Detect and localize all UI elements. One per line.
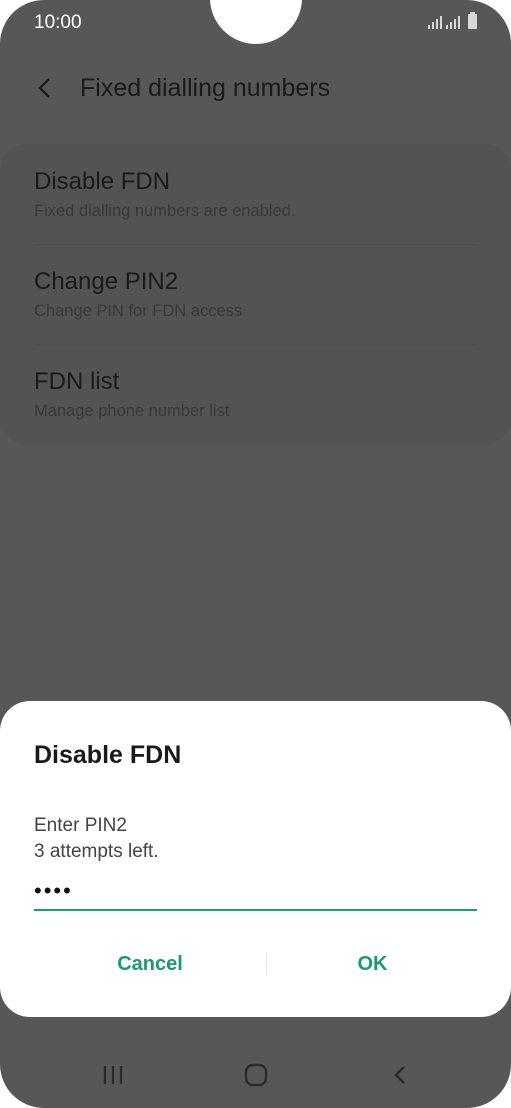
settings-card: Disable FDN Fixed dialling numbers are e… — [0, 144, 511, 444]
status-icons — [428, 12, 477, 29]
app-header: Fixed dialling numbers — [0, 60, 511, 116]
signal-icon-2 — [446, 15, 460, 29]
recent-apps-icon — [103, 1066, 123, 1084]
page-title: Fixed dialling numbers — [80, 74, 331, 102]
setting-item-change-pin2[interactable]: Change PIN2 Change PIN for FDN access — [34, 268, 474, 321]
setting-item-fdn-list[interactable]: FDN list Manage phone number list — [34, 368, 474, 421]
pin2-input[interactable] — [34, 873, 477, 911]
setting-item-subtitle: Manage phone number list — [34, 402, 230, 420]
home-icon — [244, 1063, 268, 1087]
setting-item-subtitle: Change PIN for FDN access — [34, 302, 243, 320]
nav-back-button[interactable] — [380, 1057, 420, 1093]
chevron-left-icon — [394, 1066, 405, 1084]
button-divider — [266, 953, 267, 975]
recent-apps-button[interactable] — [93, 1057, 133, 1093]
navigation-bar — [0, 1045, 511, 1105]
setting-item-title: Disable FDN — [34, 168, 171, 195]
battery-icon — [468, 12, 477, 29]
divider — [34, 244, 478, 245]
setting-item-title: Change PIN2 — [34, 268, 179, 295]
chevron-left-icon — [38, 78, 50, 98]
setting-item-disable-fdn[interactable]: Disable FDN Fixed dialling numbers are e… — [34, 168, 474, 221]
divider — [34, 344, 478, 345]
dialog-title: Disable FDN — [34, 741, 182, 769]
dialog-message-prompt: Enter PIN2 — [34, 815, 127, 836]
camera-notch — [210, 0, 302, 44]
cancel-button[interactable]: Cancel — [34, 944, 266, 984]
setting-item-title: FDN list — [34, 368, 120, 395]
status-time: 10:00 — [34, 12, 82, 33]
disable-fdn-dialog: Disable FDN Enter PIN2 3 attempts left. … — [0, 701, 511, 1017]
back-button[interactable] — [24, 70, 64, 106]
setting-item-subtitle: Fixed dialling numbers are enabled. — [34, 202, 296, 220]
dialog-message: Enter PIN2 3 attempts left. — [34, 813, 159, 865]
phone-screen: 10:00 Fixed dialling numbers Disable FDN… — [0, 0, 511, 1108]
signal-icon — [428, 15, 442, 29]
ok-button[interactable]: OK — [268, 944, 477, 984]
dialog-message-attempts: 3 attempts left. — [34, 841, 159, 862]
home-button[interactable] — [236, 1057, 276, 1093]
